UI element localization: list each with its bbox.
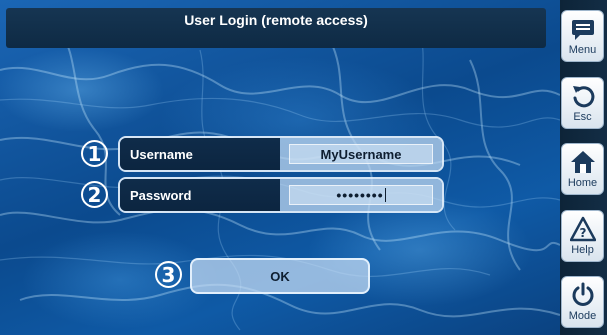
sidebar-item-label: Esc <box>573 111 592 123</box>
undo-icon <box>572 86 594 108</box>
sidebar-item-menu[interactable]: Menu <box>561 10 604 62</box>
step-1-badge: 1 <box>81 140 108 167</box>
sidebar-item-esc[interactable]: Esc <box>561 77 604 129</box>
username-label: Username <box>120 138 280 170</box>
sidebar-item-label: Menu <box>568 44 597 56</box>
sidebar-item-label: Home <box>567 177 598 189</box>
text-caret <box>384 188 386 202</box>
home-icon <box>570 151 595 173</box>
username-input[interactable]: MyUsername <box>289 144 433 164</box>
password-input[interactable]: •••••••• <box>289 185 433 205</box>
username-field[interactable]: Username MyUsername <box>118 136 444 172</box>
step-3-badge: 3 <box>155 261 182 288</box>
menu-icon <box>571 20 594 40</box>
password-masked-text: •••••••• <box>336 187 384 203</box>
password-value-area[interactable]: •••••••• <box>280 179 442 211</box>
username-value-area[interactable]: MyUsername <box>280 138 442 170</box>
sidebar-item-mode[interactable]: Mode <box>561 276 604 328</box>
password-field[interactable]: Password •••••••• <box>118 177 444 213</box>
sidebar-item-label: Mode <box>568 310 597 322</box>
sidebar-item-label: Help <box>571 244 594 256</box>
help-icon: ? <box>569 216 596 242</box>
title-bar: User Login (remote access) <box>6 8 546 48</box>
ok-button[interactable]: OK <box>190 258 370 294</box>
power-icon <box>572 282 593 306</box>
sidebar-item-help[interactable]: ? Help <box>561 210 604 262</box>
svg-text:?: ? <box>579 226 586 240</box>
sidebar-item-home[interactable]: Home <box>561 143 604 195</box>
step-2-badge: 2 <box>81 181 108 208</box>
page-title: User Login (remote access) <box>184 12 368 28</box>
password-label: Password <box>120 179 280 211</box>
